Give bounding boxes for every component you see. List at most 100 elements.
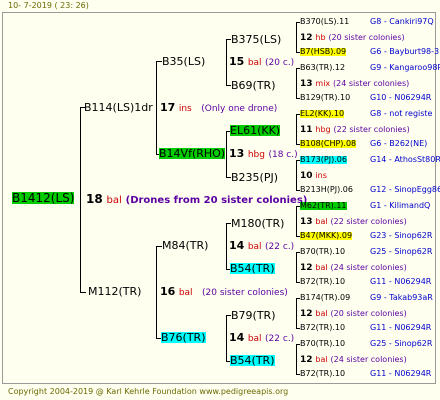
queen-name-gen3-3[interactable]: M84(TR) (162, 240, 208, 251)
queen-name-gen4-2[interactable]: B69(TR) (231, 80, 276, 91)
queen-name-gen4-8[interactable]: B54(TR) (230, 355, 275, 366)
queen-name-gen4-6[interactable]: B54(TR) (230, 263, 275, 274)
mating-note: (22 c.) (265, 334, 295, 344)
connector-vertical (156, 61, 157, 154)
gen5-queen-name[interactable]: B63(TR).12 (300, 64, 345, 72)
connector-vertical (226, 131, 227, 177)
mating-note: (22 c.) (265, 242, 295, 252)
mating-info-gen2-2: 16 bal (20 sister colonies) (160, 286, 288, 298)
mating-number: 16 (160, 285, 176, 298)
mating-note: (18 c.) (268, 150, 298, 160)
mating-number: 12 (300, 263, 313, 273)
queen-name-gen4-1[interactable]: B375(LS) (231, 34, 281, 45)
connector-vertical (226, 39, 227, 85)
gen5-lineage: G25 - Sinop62R (370, 339, 433, 348)
gen5-queen-name[interactable]: B173(PJ).06 (300, 156, 347, 164)
mating-station: bal (247, 58, 262, 68)
queen-name-gen1[interactable]: B1412(LS) (12, 192, 75, 204)
gen5-queen-name[interactable]: B174(TR).09 (300, 294, 350, 302)
gen5-queen-name[interactable]: B213H(PJ).06 (300, 186, 353, 194)
gen5-queen-name[interactable]: B47(MKK).09 (300, 232, 353, 240)
mating-station: bal (247, 242, 262, 252)
connector-vertical (296, 22, 297, 52)
mating-number: 18 (86, 192, 103, 206)
gen5-lineage: G23 - Sinop62R (370, 231, 433, 240)
mating-station: ins (315, 171, 327, 180)
gen5-queen-name[interactable]: B70(TR).10 (300, 248, 345, 256)
gen5-lineage: G6 - B262(NE) (370, 139, 428, 148)
gen5-queen-name[interactable]: B72(TR).10 (300, 324, 345, 332)
mating-number: 11 (300, 125, 313, 135)
mating-note: (24 sister colonies) (330, 263, 407, 272)
mating-note: (22 sister colonies) (330, 217, 407, 226)
gen5-lineage: G25 - Sinop62R (370, 247, 433, 256)
queen-name-gen4-3[interactable]: EL61(KK) (230, 125, 281, 136)
gen5-queen-name[interactable]: M62(TR).11 (300, 202, 347, 210)
connector-vertical (296, 298, 297, 328)
mating-note: (20 sister colonies) (330, 309, 407, 318)
gen5-queen-name[interactable]: B72(TR).10 (300, 278, 345, 286)
mating-note: (24 sister colonies) (330, 355, 407, 364)
queen-name-gen2-2[interactable]: M112(TR) (88, 286, 141, 297)
mating-number: 12 (300, 355, 313, 365)
gen5-lineage: G11 - N06294R (370, 369, 432, 378)
connector-vertical (296, 344, 297, 374)
mating-info-gen2-1: 17 ins (Only one drone) (160, 102, 277, 114)
queen-name-gen3-4[interactable]: B76(TR) (161, 332, 206, 343)
mating-number: 13 (300, 217, 313, 227)
gen5-lineage: G1 - KilimandQ (370, 201, 431, 210)
mating-note: (20 c.) (265, 58, 295, 68)
mating-station: hb (315, 33, 326, 42)
queen-name-gen3-2[interactable]: B14Vf(RHO) (159, 148, 226, 159)
mating-number: 13 (300, 79, 313, 89)
gen5-lineage: G11 - N06294R (370, 323, 432, 332)
queen-name-gen4-4[interactable]: B235(PJ) (231, 172, 278, 183)
mating-station: bal (315, 355, 328, 364)
connector-vertical (226, 223, 227, 269)
connector-vertical (296, 206, 297, 236)
mating-station: bal (247, 334, 262, 344)
gen5-queen-name[interactable]: B129(TR).10 (300, 94, 350, 102)
mating-note: (20 sister colonies) (328, 33, 405, 42)
gen5-queen-name[interactable]: B72(TR).10 (300, 370, 345, 378)
gen5-queen-name[interactable]: B108(CHP).08 (300, 140, 357, 148)
connector-horizontal (80, 292, 86, 293)
date-header: 10- 7-2019 ( 23: 26) (8, 1, 89, 10)
queen-name-gen4-7[interactable]: B79(TR) (231, 310, 276, 321)
mating-note: (22 sister colonies) (333, 125, 410, 134)
queen-name-gen3-1[interactable]: B35(LS) (162, 56, 205, 67)
connector-vertical (296, 114, 297, 144)
connector-vertical (226, 315, 227, 361)
mating-info-gen4-3: 11 hbg (22 sister colonies) (300, 126, 410, 135)
gen5-lineage: G11 - N06294R (370, 277, 432, 286)
mating-note: (20 sister colonies) (202, 288, 288, 298)
mating-station: ins (178, 104, 192, 114)
mating-info-gen3-2: 13 hbg (18 c.) (229, 148, 298, 160)
mating-info-gen4-8: 12 bal (24 sister colonies) (300, 356, 407, 365)
gen5-queen-name[interactable]: B70(TR).10 (300, 340, 345, 348)
mating-info-gen1: 18 bal (Drones from 20 sister colonies) (86, 193, 307, 206)
queen-name-gen4-5[interactable]: M180(TR) (231, 218, 284, 229)
mating-number: 12 (300, 309, 313, 319)
gen5-lineage: G14 - AthosSt80R (370, 155, 440, 164)
mating-note: (24 sister colonies) (333, 79, 410, 88)
queen-name-gen2-1[interactable]: B114(LS)1dr (84, 102, 153, 113)
mating-number: 12 (300, 33, 313, 43)
mating-station: mix (315, 79, 331, 88)
mating-info-gen4-4: 10 ins (300, 172, 327, 181)
gen5-lineage: G6 - Bayburt98-3 (370, 47, 440, 56)
gen5-queen-name[interactable]: EL2(KK).10 (300, 110, 345, 118)
mating-station: bal (178, 288, 193, 298)
mating-station: bal (106, 195, 122, 206)
connector-vertical (296, 252, 297, 282)
gen5-queen-name[interactable]: B7(HSB).09 (300, 48, 347, 56)
gen5-lineage: G10 - N06294R (370, 93, 432, 102)
gen5-lineage: G8 - not registe (370, 109, 433, 118)
gen5-lineage: G8 - Cankiri97Q (370, 17, 434, 26)
mating-number: 15 (229, 55, 245, 68)
mating-info-gen3-3: 14 bal (22 c.) (229, 240, 294, 252)
mating-station: bal (315, 309, 328, 318)
connector-vertical (296, 160, 297, 190)
gen5-queen-name[interactable]: B370(LS).11 (300, 18, 349, 26)
mating-info-gen4-5: 13 bal (22 sister colonies) (300, 218, 407, 227)
